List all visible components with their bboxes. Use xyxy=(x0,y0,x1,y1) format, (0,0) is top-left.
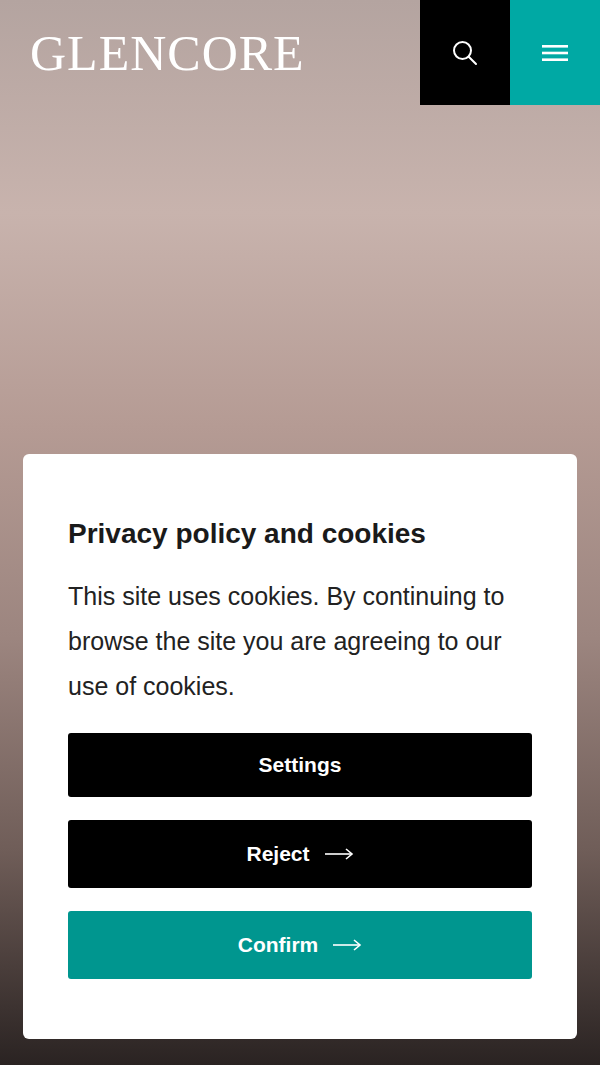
dialog-text: This site uses cookies. By continuing to… xyxy=(68,574,532,709)
search-icon xyxy=(451,39,479,67)
cookie-button[interactable]: Settings xyxy=(68,733,532,797)
hamburger-icon xyxy=(541,42,569,64)
arrow-right-icon xyxy=(332,939,362,951)
menu-button[interactable] xyxy=(510,0,600,105)
site-header: GLENCORE xyxy=(0,0,600,105)
page: GLENCORE Privacy policy and cookies This s… xyxy=(0,0,600,1065)
dialog-title: Privacy policy and cookies xyxy=(68,516,532,552)
arrow-right-icon xyxy=(324,848,354,860)
cookie-dialog: Privacy policy and cookies This site uses… xyxy=(23,454,577,1039)
logo[interactable]: GLENCORE xyxy=(0,0,305,81)
search-button[interactable] xyxy=(420,0,510,105)
cookie-button[interactable]: Confirm xyxy=(68,911,532,979)
cookie-button[interactable]: Reject xyxy=(68,820,532,888)
